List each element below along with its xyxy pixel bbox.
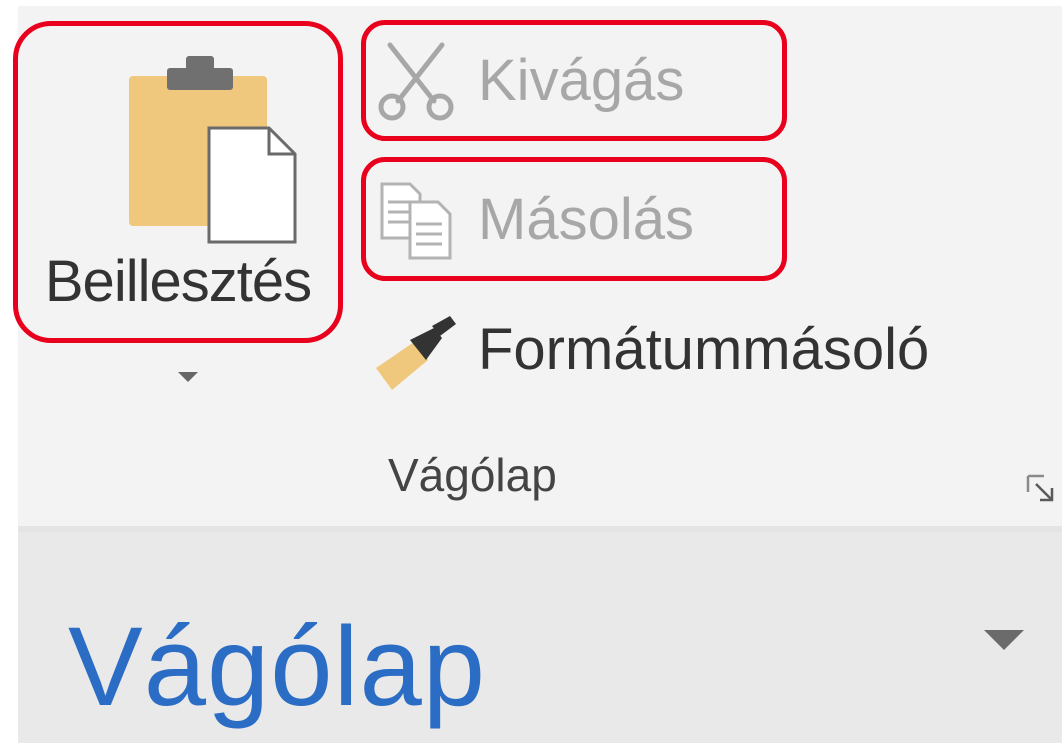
copy-icon <box>380 182 452 260</box>
copy-button[interactable]: Másolás <box>361 157 787 281</box>
group-label: Vágólap <box>388 449 557 501</box>
paintbrush-icon <box>376 316 456 390</box>
format-painter-label: Formátummásoló <box>478 317 930 382</box>
scissors-icon <box>378 42 454 121</box>
clipboard-pane: Vágólap <box>18 532 1062 743</box>
paste-label: Beillesztés <box>44 249 312 314</box>
clipboard-paste-icon <box>129 56 297 244</box>
copy-label: Másolás <box>478 187 694 252</box>
dialog-launcher-icon[interactable] <box>1026 474 1056 504</box>
chevron-down-icon[interactable] <box>984 630 1024 650</box>
paste-button[interactable]: Beillesztés <box>13 21 343 343</box>
format-painter-button[interactable]: Formátummásoló <box>366 296 1056 412</box>
cut-button[interactable]: Kivágás <box>361 20 787 141</box>
paste-dropdown-arrow-icon[interactable] <box>178 372 198 382</box>
clipboard-pane-title: Vágólap <box>68 604 487 729</box>
cut-label: Kivágás <box>478 48 685 113</box>
